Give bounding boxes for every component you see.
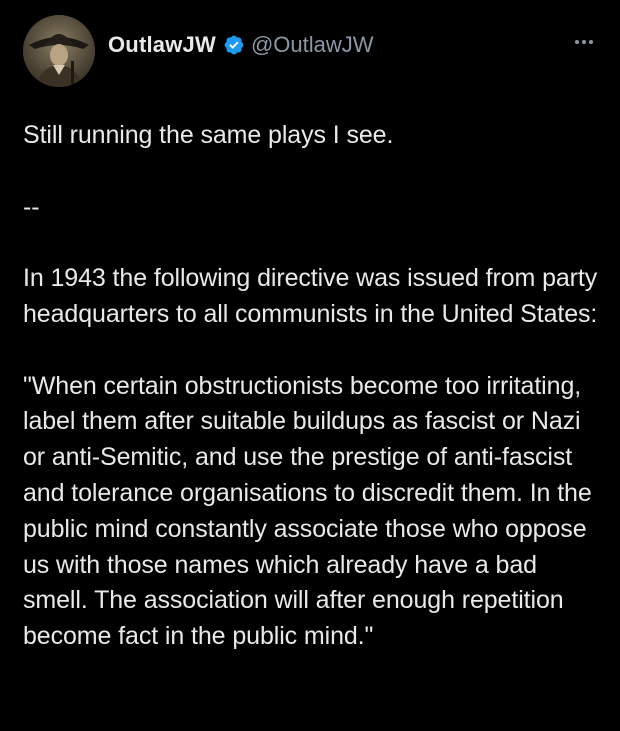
user-handle[interactable]: @OutlawJW [251, 32, 374, 58]
tweet-line-1: Still running the same plays I see. [23, 121, 394, 149]
tweet-header: OutlawJW @OutlawJW [108, 28, 374, 62]
verified-badge-icon [223, 34, 245, 56]
tweet-intro: In 1943 the following directive was issu… [23, 264, 598, 328]
tweet-text: Still running the same plays I see. -- I… [23, 118, 608, 655]
more-options-icon[interactable] [568, 30, 600, 54]
tweet-quote: "When certain obstructionists become too… [23, 371, 592, 651]
tweet-separator: -- [23, 192, 40, 221]
tweet: OutlawJW @OutlawJW Still running the sam… [0, 0, 620, 731]
avatar-image [23, 15, 95, 87]
avatar[interactable] [23, 15, 95, 87]
display-name[interactable]: OutlawJW [108, 32, 216, 58]
